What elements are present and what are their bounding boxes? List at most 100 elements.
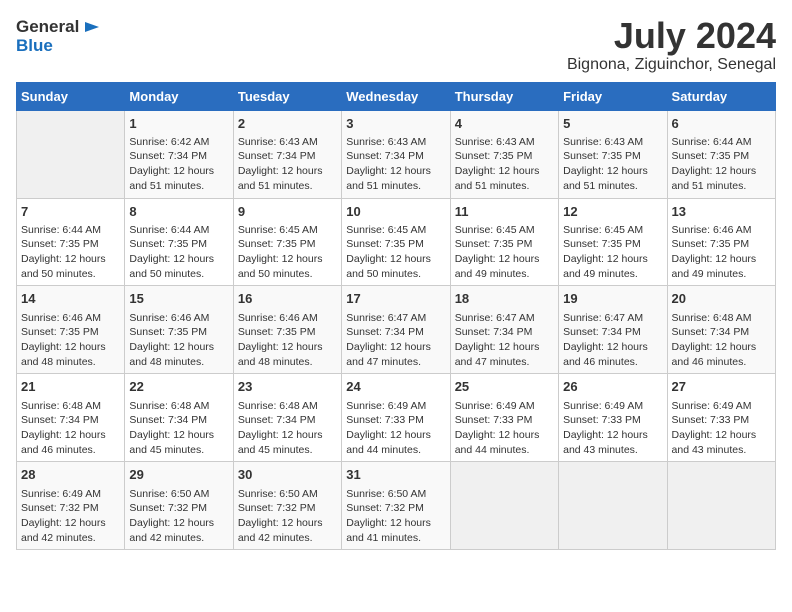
calendar-cell	[667, 462, 775, 550]
day-info: Sunrise: 6:49 AMSunset: 7:32 PMDaylight:…	[21, 487, 120, 546]
day-number: 21	[21, 378, 120, 396]
day-info: Sunrise: 6:50 AMSunset: 7:32 PMDaylight:…	[129, 487, 228, 546]
calendar-cell: 15 Sunrise: 6:46 AMSunset: 7:35 PMDayligh…	[125, 286, 233, 374]
calendar-cell: 3 Sunrise: 6:43 AMSunset: 7:34 PMDaylight…	[342, 110, 450, 198]
day-number: 1	[129, 115, 228, 133]
day-number: 14	[21, 290, 120, 308]
day-number: 13	[672, 203, 771, 221]
day-info: Sunrise: 6:43 AMSunset: 7:34 PMDaylight:…	[238, 135, 337, 194]
day-number: 19	[563, 290, 662, 308]
day-number: 9	[238, 203, 337, 221]
day-info: Sunrise: 6:47 AMSunset: 7:34 PMDaylight:…	[455, 311, 554, 370]
day-info: Sunrise: 6:43 AMSunset: 7:35 PMDaylight:…	[455, 135, 554, 194]
logo-general: General	[16, 17, 79, 37]
day-header-saturday: Saturday	[667, 82, 775, 110]
calendar-cell: 12Sunrise: 6:45 AMSunset: 7:35 PMDayligh…	[559, 198, 667, 286]
day-number: 2	[238, 115, 337, 133]
calendar-cell: 31 Sunrise: 6:50 AMSunset: 7:32 PMDayligh…	[342, 462, 450, 550]
day-number: 25	[455, 378, 554, 396]
calendar-cell: 4Sunrise: 6:43 AMSunset: 7:35 PMDaylight…	[450, 110, 558, 198]
day-header-sunday: Sunday	[17, 82, 125, 110]
day-number: 17	[346, 290, 445, 308]
calendar-cell: 18 Sunrise: 6:47 AMSunset: 7:34 PMDayligh…	[450, 286, 558, 374]
calendar-cell: 6 Sunrise: 6:44 AMSunset: 7:35 PMDaylight…	[667, 110, 775, 198]
calendar-cell: 19Sunrise: 6:47 AMSunset: 7:34 PMDayligh…	[559, 286, 667, 374]
day-info: Sunrise: 6:49 AMSunset: 7:33 PMDaylight:…	[563, 399, 662, 458]
day-info: Sunrise: 6:50 AMSunset: 7:32 PMDaylight:…	[238, 487, 337, 546]
title-area: July 2024 Bignona, Ziguinchor, Senegal	[567, 16, 776, 74]
calendar-cell: 9 Sunrise: 6:45 AMSunset: 7:35 PMDaylight…	[233, 198, 341, 286]
calendar-cell: 13 Sunrise: 6:46 AMSunset: 7:35 PMDayligh…	[667, 198, 775, 286]
day-info: Sunrise: 6:49 AMSunset: 7:33 PMDaylight:…	[455, 399, 554, 458]
location-subtitle: Bignona, Ziguinchor, Senegal	[567, 56, 776, 74]
day-number: 31	[346, 466, 445, 484]
day-number: 16	[238, 290, 337, 308]
day-number: 22	[129, 378, 228, 396]
header: General Blue July 2024 Bignona, Ziguinch…	[16, 16, 776, 74]
day-number: 30	[238, 466, 337, 484]
calendar-cell: 26 Sunrise: 6:49 AMSunset: 7:33 PMDayligh…	[559, 374, 667, 462]
day-number: 8	[129, 203, 228, 221]
day-number: 28	[21, 466, 120, 484]
calendar-cell: 20 Sunrise: 6:48 AMSunset: 7:34 PMDayligh…	[667, 286, 775, 374]
month-year-title: July 2024	[567, 16, 776, 56]
day-number: 11	[455, 203, 554, 221]
calendar-cell: 27Sunrise: 6:49 AMSunset: 7:33 PMDayligh…	[667, 374, 775, 462]
calendar-cell: 1Sunrise: 6:42 AMSunset: 7:34 PMDaylight…	[125, 110, 233, 198]
day-header-thursday: Thursday	[450, 82, 558, 110]
day-info: Sunrise: 6:50 AMSunset: 7:32 PMDaylight:…	[346, 487, 445, 546]
calendar-cell: 25 Sunrise: 6:49 AMSunset: 7:33 PMDayligh…	[450, 374, 558, 462]
day-number: 3	[346, 115, 445, 133]
calendar-cell: 24 Sunrise: 6:49 AMSunset: 7:33 PMDayligh…	[342, 374, 450, 462]
day-info: Sunrise: 6:49 AMSunset: 7:33 PMDaylight:…	[346, 399, 445, 458]
calendar-cell: 22Sunrise: 6:48 AMSunset: 7:34 PMDayligh…	[125, 374, 233, 462]
calendar-cell: 28 Sunrise: 6:49 AMSunset: 7:32 PMDayligh…	[17, 462, 125, 550]
day-info: Sunrise: 6:45 AMSunset: 7:35 PMDaylight:…	[346, 223, 445, 282]
calendar-cell: 29Sunrise: 6:50 AMSunset: 7:32 PMDayligh…	[125, 462, 233, 550]
day-number: 6	[672, 115, 771, 133]
day-number: 15	[129, 290, 228, 308]
calendar-cell	[559, 462, 667, 550]
day-number: 26	[563, 378, 662, 396]
day-header-monday: Monday	[125, 82, 233, 110]
calendar-cell	[450, 462, 558, 550]
calendar-cell: 2 Sunrise: 6:43 AMSunset: 7:34 PMDaylight…	[233, 110, 341, 198]
week-row-4: 21Sunrise: 6:48 AMSunset: 7:34 PMDayligh…	[17, 374, 776, 462]
day-number: 27	[672, 378, 771, 396]
logo-blue: Blue	[16, 36, 103, 56]
week-row-5: 28 Sunrise: 6:49 AMSunset: 7:32 PMDayligh…	[17, 462, 776, 550]
logo-triangle-icon	[81, 16, 103, 38]
day-info: Sunrise: 6:46 AMSunset: 7:35 PMDaylight:…	[672, 223, 771, 282]
day-info: Sunrise: 6:45 AMSunset: 7:35 PMDaylight:…	[238, 223, 337, 282]
day-info: Sunrise: 6:43 AMSunset: 7:35 PMDaylight:…	[563, 135, 662, 194]
calendar-cell: 11Sunrise: 6:45 AMSunset: 7:35 PMDayligh…	[450, 198, 558, 286]
week-row-1: 1Sunrise: 6:42 AMSunset: 7:34 PMDaylight…	[17, 110, 776, 198]
day-number: 23	[238, 378, 337, 396]
day-info: Sunrise: 6:46 AMSunset: 7:35 PMDaylight:…	[129, 311, 228, 370]
day-number: 10	[346, 203, 445, 221]
day-header-friday: Friday	[559, 82, 667, 110]
day-info: Sunrise: 6:45 AMSunset: 7:35 PMDaylight:…	[563, 223, 662, 282]
week-row-3: 14 Sunrise: 6:46 AMSunset: 7:35 PMDayligh…	[17, 286, 776, 374]
calendar-cell: 14Sunrise: 6:46 AMSunset: 7:35 PMDayligh…	[17, 286, 125, 374]
day-header-tuesday: Tuesday	[233, 82, 341, 110]
logo-text-block: General Blue	[16, 16, 103, 56]
calendar-cell: 17 Sunrise: 6:47 AMSunset: 7:34 PMDayligh…	[342, 286, 450, 374]
calendar-header-row: SundayMondayTuesdayWednesdayThursdayFrid…	[17, 82, 776, 110]
calendar-cell: 16Sunrise: 6:46 AMSunset: 7:35 PMDayligh…	[233, 286, 341, 374]
day-number: 24	[346, 378, 445, 396]
day-info: Sunrise: 6:47 AMSunset: 7:34 PMDaylight:…	[346, 311, 445, 370]
day-number: 7	[21, 203, 120, 221]
day-number: 20	[672, 290, 771, 308]
day-info: Sunrise: 6:44 AMSunset: 7:35 PMDaylight:…	[672, 135, 771, 194]
calendar-cell: 21Sunrise: 6:48 AMSunset: 7:34 PMDayligh…	[17, 374, 125, 462]
day-number: 18	[455, 290, 554, 308]
day-info: Sunrise: 6:44 AMSunset: 7:35 PMDaylight:…	[129, 223, 228, 282]
logo: General Blue	[16, 16, 103, 56]
calendar-cell: 30 Sunrise: 6:50 AMSunset: 7:32 PMDayligh…	[233, 462, 341, 550]
day-info: Sunrise: 6:48 AMSunset: 7:34 PMDaylight:…	[672, 311, 771, 370]
calendar-table: SundayMondayTuesdayWednesdayThursdayFrid…	[16, 82, 776, 551]
calendar-cell: 7Sunrise: 6:44 AMSunset: 7:35 PMDaylight…	[17, 198, 125, 286]
day-info: Sunrise: 6:43 AMSunset: 7:34 PMDaylight:…	[346, 135, 445, 194]
calendar-cell	[17, 110, 125, 198]
